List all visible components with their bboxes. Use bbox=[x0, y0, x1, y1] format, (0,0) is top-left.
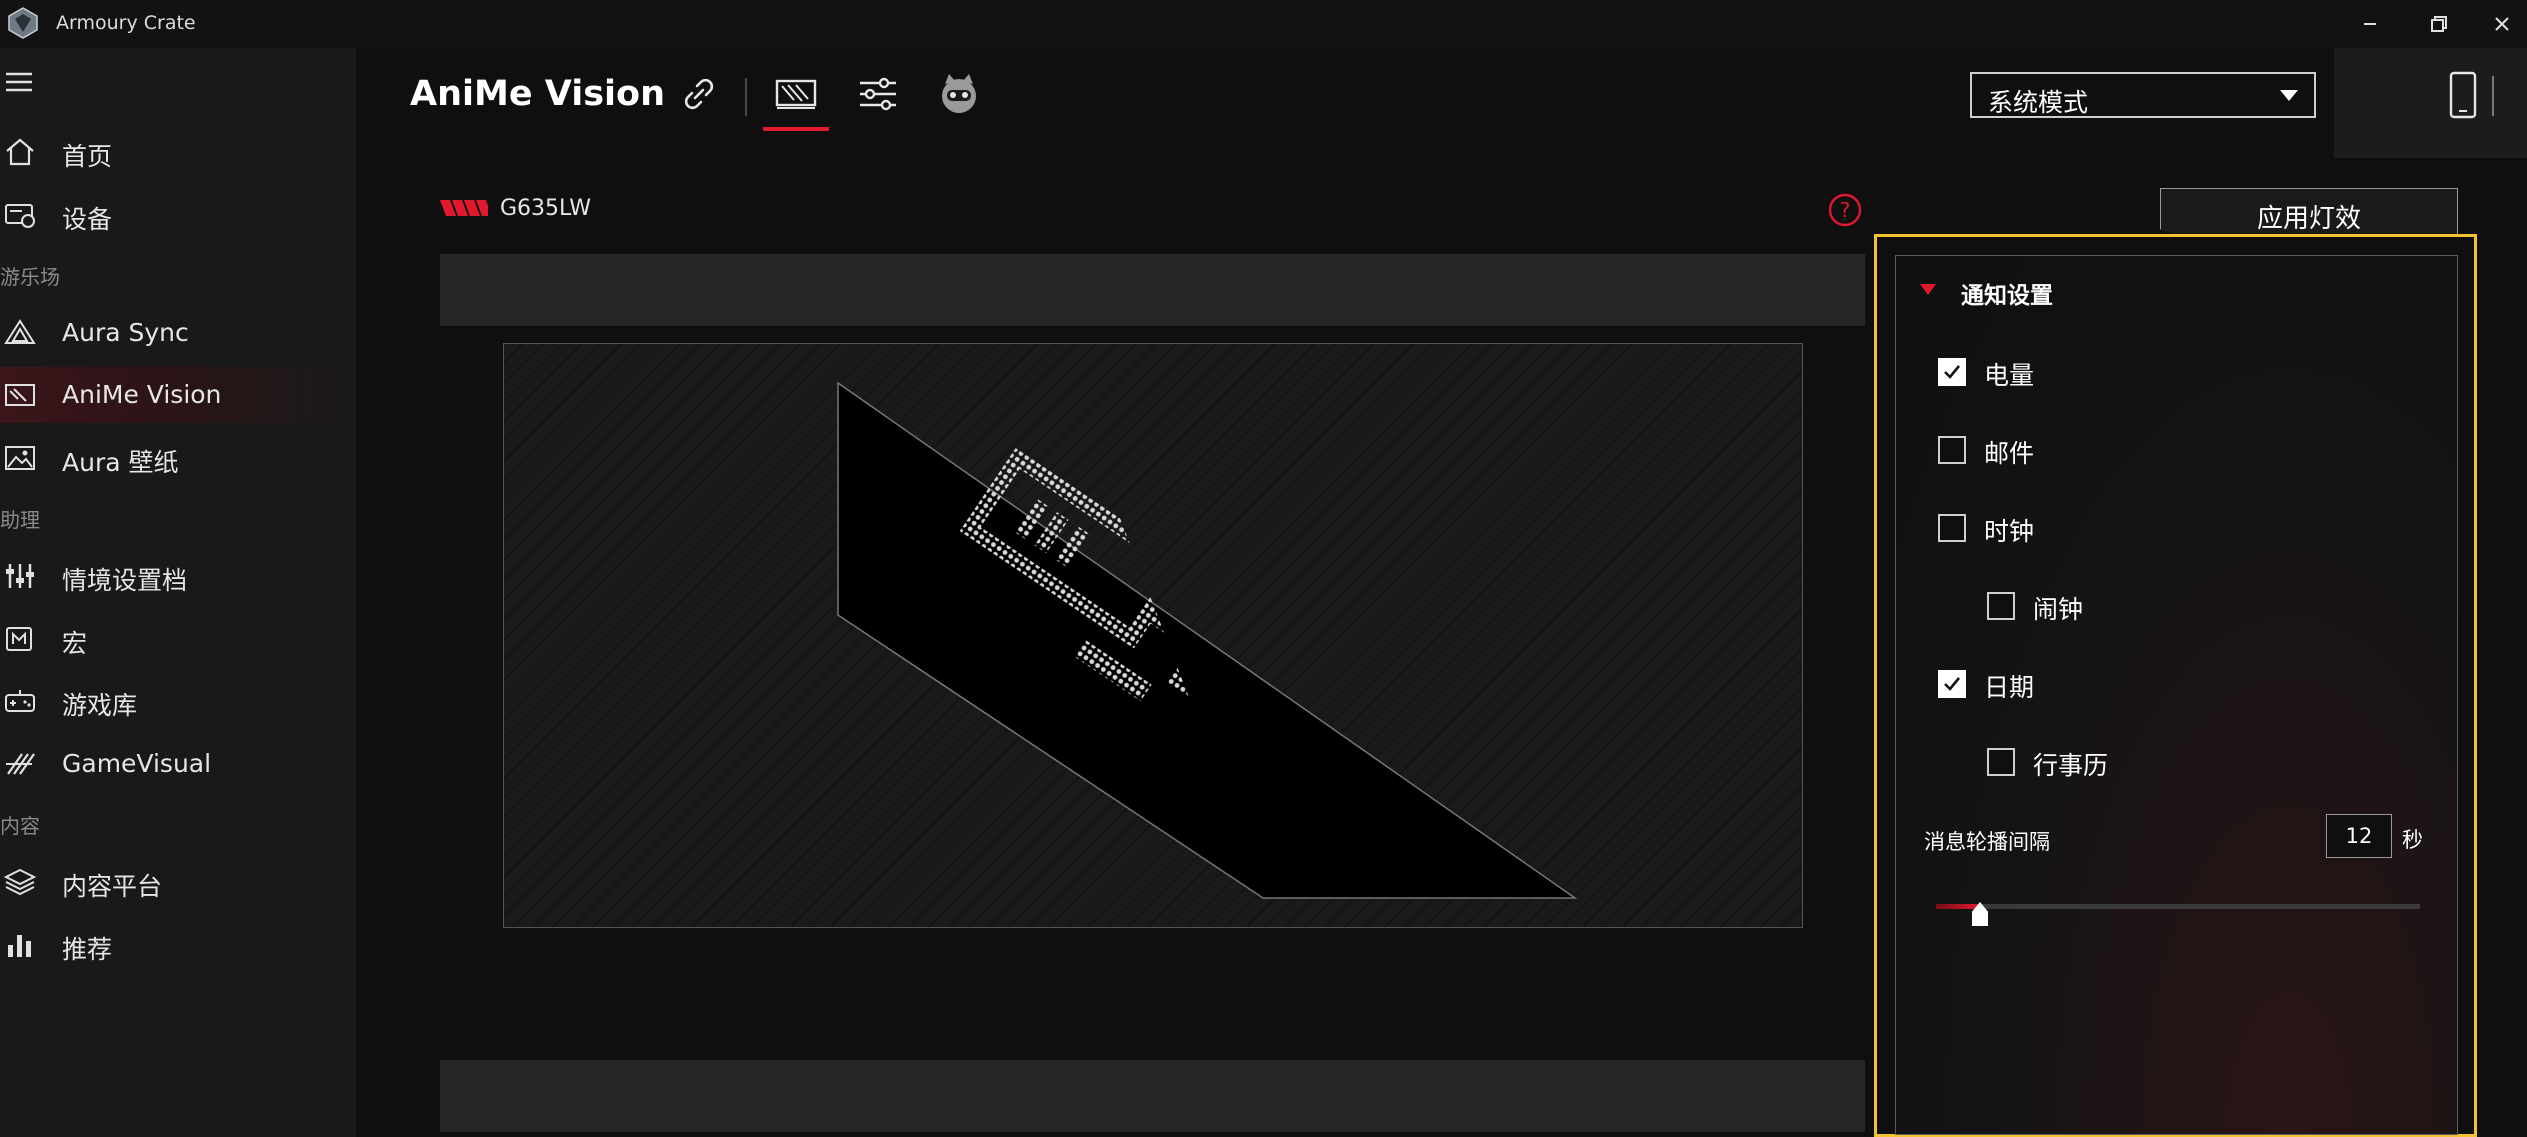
section-label-content: 内容 bbox=[0, 814, 40, 838]
anime-matrix-display bbox=[837, 381, 1578, 899]
checkbox-label: 邮件 bbox=[1984, 439, 2035, 468]
sidebar-item-scenario-profiles[interactable]: 情境设置档 bbox=[0, 548, 356, 604]
device-icon bbox=[5, 204, 35, 228]
sidebar-item-macro[interactable]: 宏 bbox=[0, 611, 356, 667]
date-checkbox[interactable] bbox=[1938, 670, 1966, 698]
restore-button[interactable] bbox=[2418, 8, 2458, 40]
sidebar-item-label: 推荐 bbox=[62, 935, 113, 964]
checkbox-label: 时钟 bbox=[1984, 517, 2035, 546]
sidebar-item-devices[interactable]: 设备 bbox=[0, 187, 356, 243]
rog-device-icon bbox=[440, 200, 488, 216]
calendar-checkbox[interactable] bbox=[1987, 748, 2015, 776]
sliders-icon[interactable] bbox=[856, 72, 900, 116]
chevron-down-icon bbox=[2280, 90, 2298, 101]
alarm-checkbox[interactable] bbox=[1987, 592, 2015, 620]
sidebar-item-label: 情境设置档 bbox=[62, 566, 188, 595]
section-label-playground: 游乐场 bbox=[0, 265, 60, 289]
phone-icon[interactable] bbox=[2448, 70, 2478, 120]
content-platform-icon bbox=[4, 868, 36, 896]
home-icon bbox=[6, 138, 34, 166]
macro-icon bbox=[6, 627, 32, 651]
recommend-icon bbox=[8, 935, 31, 957]
game-library-icon bbox=[5, 690, 35, 712]
help-icon[interactable]: ? bbox=[1827, 192, 1863, 228]
interval-slider-fill bbox=[1936, 904, 1980, 909]
sidebar-item-content-platform[interactable]: 内容平台 bbox=[0, 854, 356, 910]
sidebar-item-label: 内容平台 bbox=[62, 872, 163, 901]
preview-bottom-bar bbox=[440, 1060, 1865, 1132]
checkmark-icon bbox=[1944, 365, 1961, 379]
interval-unit: 秒 bbox=[2402, 828, 2423, 852]
section-label-assistant: 助理 bbox=[0, 508, 40, 532]
collapse-caret-icon[interactable] bbox=[1920, 284, 1936, 295]
active-tab-indicator bbox=[763, 127, 829, 131]
sidebar-item-aura-sync[interactable]: Aura Sync bbox=[0, 305, 356, 361]
mode-select[interactable]: 系统模式 bbox=[1970, 72, 2316, 118]
sidebar-item-label: AniMe Vision bbox=[62, 380, 222, 409]
checkmark-icon bbox=[1944, 677, 1961, 691]
sidebar-item-anime-vision[interactable]: AniMe Vision bbox=[0, 367, 356, 423]
preview-toolbar bbox=[440, 254, 1865, 326]
gamevisual-icon bbox=[6, 753, 35, 775]
sidebar-item-gamevisual[interactable]: GameVisual bbox=[0, 736, 356, 792]
panel-toggle-handle[interactable] bbox=[2492, 76, 2494, 116]
sidebar-item-label: 宏 bbox=[62, 629, 88, 658]
mode-select-value: 系统模式 bbox=[1988, 88, 2089, 117]
hamburger-menu-icon[interactable] bbox=[4, 70, 34, 94]
sidebar-item-game-library[interactable]: 游戏库 bbox=[0, 673, 356, 729]
sidebar-item-label: 设备 bbox=[62, 205, 113, 234]
anime-matrix-icon[interactable] bbox=[774, 72, 818, 116]
checkbox-label: 电量 bbox=[1984, 361, 2035, 390]
clock-checkbox[interactable] bbox=[1938, 514, 1966, 542]
page-title: AniMe Vision bbox=[410, 74, 666, 114]
svg-text:?: ? bbox=[1840, 198, 1851, 222]
link-icon[interactable] bbox=[677, 72, 721, 116]
armoury-crate-logo-icon bbox=[8, 7, 38, 39]
close-button[interactable] bbox=[2482, 8, 2522, 40]
title-bar bbox=[0, 0, 2527, 48]
sidebar-item-recommend[interactable]: 推荐 bbox=[0, 917, 356, 973]
aura-sync-icon bbox=[4, 319, 36, 344]
apply-lighting-button-label: 应用灯效 bbox=[2256, 204, 2361, 234]
sidebar-item-label: GameVisual bbox=[62, 749, 212, 778]
device-side-panel bbox=[2334, 48, 2527, 158]
checkbox-label: 闹钟 bbox=[2033, 595, 2084, 624]
header-separator bbox=[745, 78, 747, 116]
device-name: G635LW bbox=[500, 196, 592, 221]
checkbox-label: 行事历 bbox=[2033, 751, 2109, 780]
window-title: Armoury Crate bbox=[56, 12, 196, 34]
apply-lighting-button[interactable]: 应用灯效 bbox=[2160, 188, 2458, 236]
battery-checkbox[interactable] bbox=[1938, 358, 1966, 386]
mascot-icon[interactable] bbox=[937, 72, 981, 116]
sidebar-item-home[interactable]: 首页 bbox=[0, 124, 356, 180]
sidebar-item-aura-wallpaper[interactable]: Aura 壁纸 bbox=[0, 430, 356, 486]
minimize-button[interactable] bbox=[2350, 8, 2390, 40]
sidebar-item-label: Aura 壁纸 bbox=[62, 448, 179, 477]
sidebar-item-label: 首页 bbox=[62, 142, 113, 171]
anime-vision-icon bbox=[5, 384, 35, 406]
checkbox-label: 日期 bbox=[1984, 673, 2035, 702]
notification-settings-title: 通知设置 bbox=[1961, 283, 2053, 309]
interval-label: 消息轮播间隔 bbox=[1924, 830, 2050, 854]
interval-input[interactable] bbox=[2326, 814, 2392, 858]
wallpaper-icon bbox=[5, 446, 35, 470]
sidebar-item-label: 游戏库 bbox=[62, 691, 138, 720]
notification-settings-panel bbox=[1895, 255, 2458, 1135]
sidebar-item-label: Aura Sync bbox=[62, 318, 189, 347]
mail-checkbox[interactable] bbox=[1938, 436, 1966, 464]
interval-slider-track[interactable] bbox=[1936, 904, 2420, 909]
scenario-profiles-icon bbox=[6, 564, 34, 588]
